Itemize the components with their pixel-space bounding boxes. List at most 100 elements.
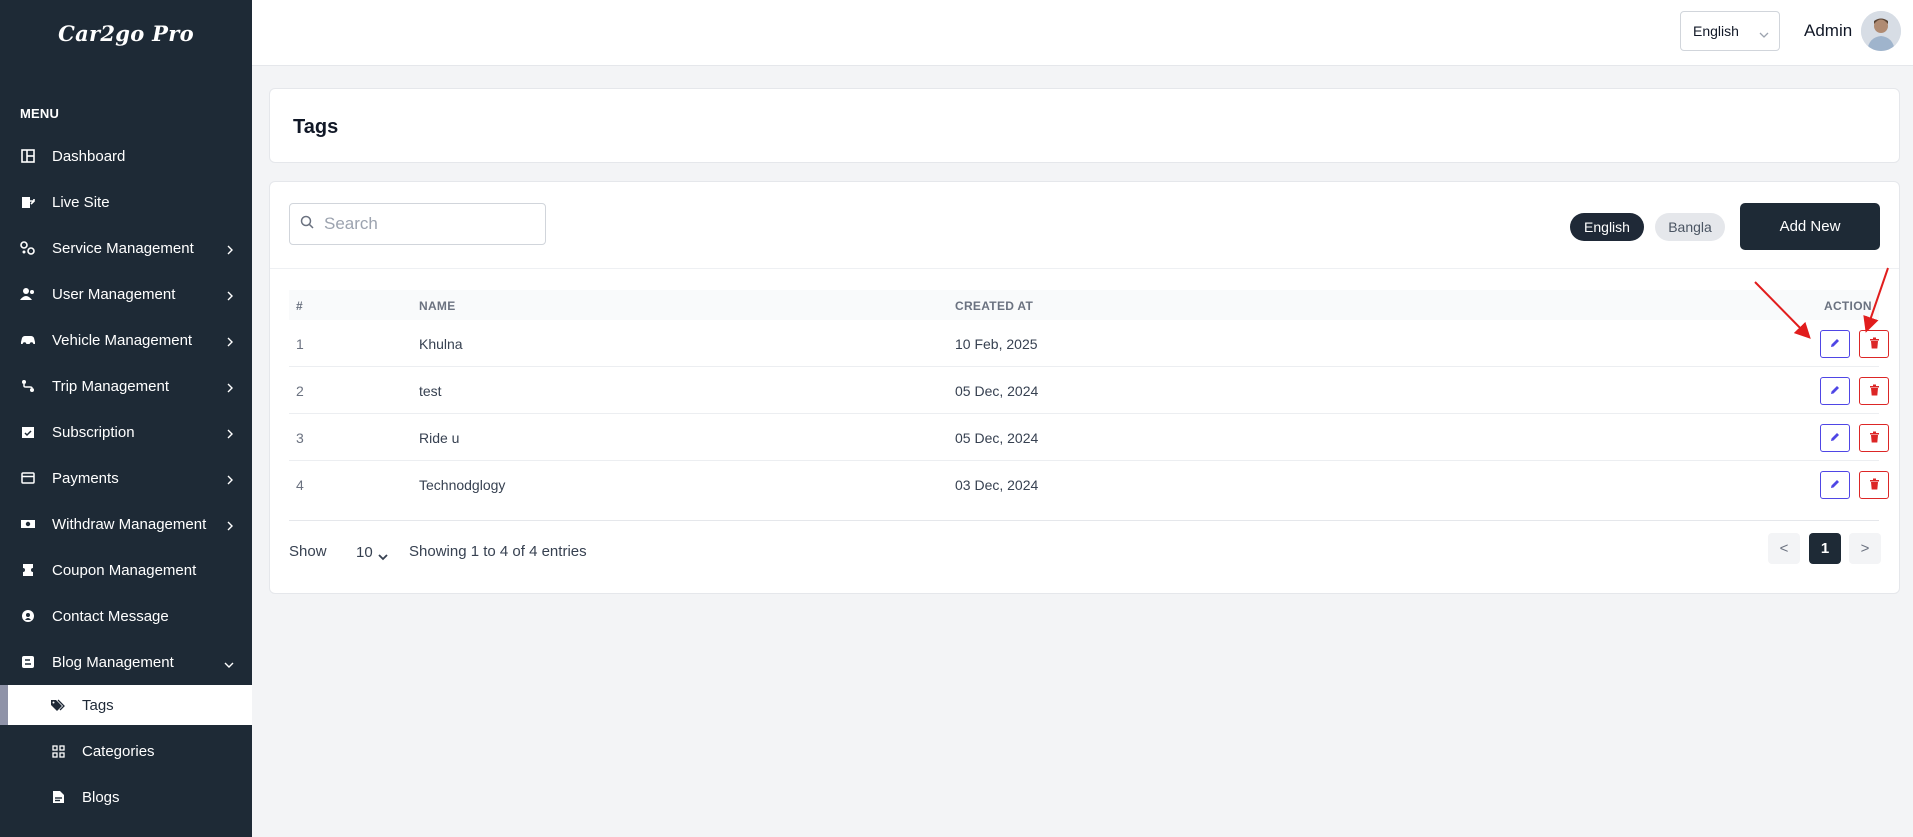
chevron-down-icon	[378, 548, 388, 565]
column-header-number: #	[296, 299, 303, 313]
coupon-icon	[20, 562, 36, 578]
edit-button[interactable]	[1820, 330, 1850, 358]
trash-icon	[1869, 430, 1880, 446]
trash-icon	[1869, 336, 1880, 352]
search-icon	[300, 215, 314, 234]
pencil-icon	[1829, 383, 1841, 399]
money-icon	[20, 516, 36, 532]
sidebar-subitem-tags[interactable]: Tags	[0, 685, 252, 725]
trash-icon	[1869, 383, 1880, 399]
search-input[interactable]	[324, 214, 524, 234]
chevron-down-icon	[224, 656, 234, 673]
chevron-right-icon	[226, 334, 234, 351]
sidebar-item-blog-management[interactable]: Blog Management	[0, 639, 252, 685]
table-row: 2 test 05 Dec, 2024	[289, 367, 1889, 414]
users-icon	[20, 286, 36, 302]
sidebar-item-payments[interactable]: Payments	[0, 455, 252, 501]
language-tab-bangla[interactable]: Bangla	[1655, 213, 1725, 241]
page-size-value: 10	[356, 543, 373, 561]
blog-icon	[20, 654, 36, 670]
column-header-created-at: CREATED AT	[955, 299, 1034, 313]
column-header-action: ACTION	[1824, 299, 1872, 313]
external-site-icon	[20, 194, 36, 210]
edit-button[interactable]	[1820, 377, 1850, 405]
pagination-prev-button[interactable]: <	[1768, 533, 1800, 564]
row-number: 3	[296, 430, 304, 446]
delete-button[interactable]	[1859, 330, 1889, 358]
sidebar-item-live-site[interactable]: Live Site	[0, 179, 252, 225]
chevron-right-icon	[226, 380, 234, 397]
sidebar-subitem-categories[interactable]: Categories	[0, 731, 252, 771]
created-at: 05 Dec, 2024	[955, 383, 1039, 399]
entries-info: Showing 1 to 4 of 4 entries	[409, 543, 587, 560]
sidebar-item-coupon-management[interactable]: Coupon Management	[0, 547, 252, 593]
sidebar-subitem-label: Tags	[82, 696, 114, 714]
sidebar-item-label: Live Site	[52, 193, 110, 211]
user-name[interactable]: Admin	[1804, 21, 1852, 41]
sidebar-item-withdraw-management[interactable]: Withdraw Management	[0, 501, 252, 547]
tag-name: test	[419, 383, 442, 399]
sidebar-item-label: Coupon Management	[52, 561, 197, 579]
tag-name: Ride u	[419, 430, 460, 446]
delete-button[interactable]	[1859, 377, 1889, 405]
language-tab-english[interactable]: English	[1570, 213, 1644, 241]
chevron-down-icon	[1759, 26, 1769, 42]
credit-card-icon	[20, 470, 36, 486]
sidebar-item-trip-management[interactable]: Trip Management	[0, 363, 252, 409]
sidebar-item-label: Payments	[52, 469, 119, 487]
pencil-icon	[1829, 477, 1841, 493]
app-logo[interactable]: Car2go Pro	[0, 0, 252, 66]
pagination-next-button[interactable]: >	[1849, 533, 1881, 564]
chevron-right-icon	[226, 518, 234, 535]
dashboard-icon	[20, 148, 36, 164]
chevron-right-icon	[226, 426, 234, 443]
page-size-label: Show	[289, 543, 327, 560]
route-icon	[20, 378, 36, 394]
table-row: 3 Ride u 05 Dec, 2024	[289, 414, 1889, 461]
language-select[interactable]: English	[1680, 11, 1780, 51]
sidebar-item-label: Withdraw Management	[52, 515, 207, 533]
divider	[270, 268, 1899, 269]
page-title: Tags	[293, 116, 339, 138]
language-select-value: English	[1693, 23, 1739, 39]
edit-button[interactable]	[1820, 424, 1850, 452]
sidebar-item-subscription[interactable]: Subscription	[0, 409, 252, 455]
pencil-icon	[1829, 336, 1841, 352]
sidebar-subitem-label: Categories	[82, 742, 155, 760]
sidebar-item-dashboard[interactable]: Dashboard	[0, 133, 252, 179]
menu-label: MENU	[20, 106, 60, 121]
chevron-right-icon	[226, 472, 234, 489]
delete-button[interactable]	[1859, 471, 1889, 499]
page-header-card: Tags	[269, 88, 1900, 163]
divider	[289, 520, 1879, 521]
created-at: 03 Dec, 2024	[955, 477, 1039, 493]
row-number: 1	[296, 336, 304, 352]
table-row: 4 Technodglogy 03 Dec, 2024	[289, 461, 1889, 508]
sidebar-item-vehicle-management[interactable]: Vehicle Management	[0, 317, 252, 363]
created-at: 05 Dec, 2024	[955, 430, 1039, 446]
sidebar-item-user-management[interactable]: User Management	[0, 271, 252, 317]
avatar[interactable]	[1861, 11, 1901, 51]
edit-button[interactable]	[1820, 471, 1850, 499]
table-row: 1 Khulna 10 Feb, 2025	[289, 320, 1889, 367]
sidebar-item-contact-message[interactable]: Contact Message	[0, 593, 252, 639]
sidebar-item-service-management[interactable]: Service Management	[0, 225, 252, 271]
add-new-button[interactable]: Add New	[1740, 203, 1880, 250]
services-icon	[20, 240, 36, 256]
row-number: 2	[296, 383, 304, 399]
grid-icon	[50, 743, 66, 759]
pagination-page-button[interactable]: 1	[1809, 533, 1841, 564]
sidebar-item-label: Contact Message	[52, 607, 169, 625]
sidebar-subitem-blogs[interactable]: Blogs	[0, 777, 252, 817]
tags-icon	[50, 697, 66, 713]
page-size-select[interactable]: 10	[348, 537, 394, 567]
sidebar-item-label: Service Management	[52, 239, 194, 257]
contact-icon	[20, 608, 36, 624]
sidebar-item-label: Trip Management	[52, 377, 169, 395]
delete-button[interactable]	[1859, 424, 1889, 452]
sidebar: Car2go Pro MENU Dashboard Live Site Serv…	[0, 0, 252, 837]
chevron-right-icon	[226, 242, 234, 259]
tag-name: Technodglogy	[419, 477, 506, 493]
topbar: English Admin	[252, 0, 1913, 66]
search-box[interactable]	[289, 203, 546, 245]
